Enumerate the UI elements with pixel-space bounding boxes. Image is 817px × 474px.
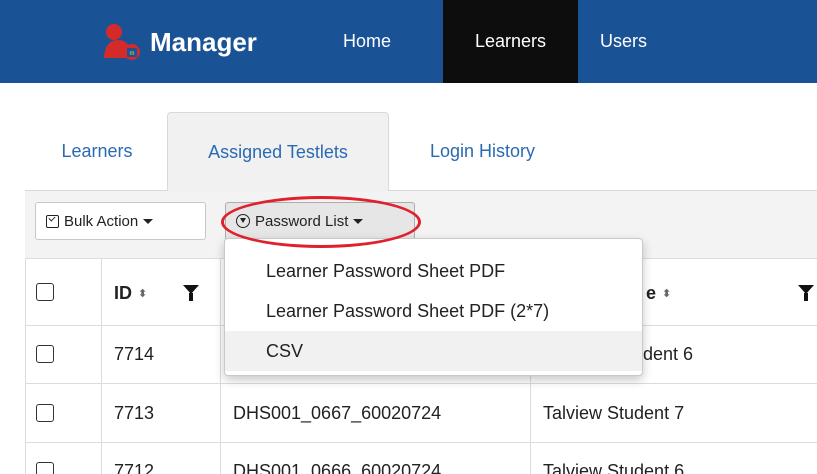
row-checkbox[interactable] (36, 404, 54, 422)
cell-name: Talview Student 6 (543, 460, 685, 474)
app-logo-icon: m (100, 20, 144, 64)
top-navbar: m Manager Home Learners Users (0, 0, 817, 83)
menu-item-label: Learner Password Sheet PDF (266, 260, 506, 281)
cell-username: DHS001_0666_60020724 (233, 460, 442, 474)
filter-icon[interactable] (798, 285, 814, 301)
row-divider (25, 383, 817, 384)
row-checkbox[interactable] (36, 462, 54, 474)
cell-username: DHS001_0667_60020724 (233, 402, 442, 423)
tab-learners[interactable]: Learners (37, 112, 157, 191)
bulk-action-label: Bulk Action (64, 212, 139, 230)
filter-icon[interactable] (183, 285, 199, 301)
cell-id: 7714 (114, 343, 155, 364)
cell-name: dent 6 (643, 343, 694, 364)
row-divider (25, 442, 817, 443)
tab-login-history[interactable]: Login History (405, 112, 560, 191)
select-all-checkbox[interactable] (36, 283, 54, 301)
chevron-down-icon (353, 218, 364, 224)
nav-home[interactable]: Home (343, 0, 403, 83)
cell-id: 7712 (114, 460, 155, 474)
cell-name: Talview Student 7 (543, 402, 685, 423)
password-list-dropdown: Learner Password Sheet PDF Learner Passw… (224, 238, 643, 376)
svg-text:m: m (130, 51, 135, 57)
tab-assigned-testlets-label: Assigned Testlets (208, 141, 348, 162)
tab-login-history-label: Login History (429, 141, 536, 161)
nav-users[interactable]: Users (600, 0, 660, 83)
download-icon (236, 214, 250, 228)
password-list-button[interactable]: Password List (225, 202, 415, 240)
bulk-action-button[interactable]: Bulk Action (35, 202, 206, 240)
nav-learners[interactable]: Learners (443, 0, 578, 83)
nav-learners-label: Learners (474, 31, 547, 51)
header-name-label: e (646, 282, 657, 303)
nav-home-label: Home (343, 31, 392, 51)
cell-id: 7713 (114, 402, 155, 423)
sort-icon[interactable]: ⬍ (138, 287, 147, 300)
chevron-down-icon (143, 218, 154, 224)
tab-learners-label: Learners (61, 141, 133, 161)
menu-item-label: CSV (266, 340, 304, 361)
row-checkbox[interactable] (36, 345, 54, 363)
menu-item-label: Learner Password Sheet PDF (2*7) (266, 300, 550, 321)
nav-users-label: Users (600, 31, 648, 51)
password-list-label: Password List (255, 212, 349, 230)
menu-item-csv[interactable]: CSV (225, 331, 642, 371)
menu-item-password-sheet-pdf-2x7[interactable]: Learner Password Sheet PDF (2*7) (225, 291, 642, 331)
header-id[interactable]: ID ⬍ (114, 278, 147, 308)
menu-item-password-sheet-pdf[interactable]: Learner Password Sheet PDF (225, 251, 642, 291)
checkbox-icon (46, 213, 59, 228)
tab-assigned-testlets[interactable]: Assigned Testlets (167, 112, 389, 191)
sort-icon[interactable]: ⬍ (662, 287, 671, 300)
brand[interactable]: m Manager (100, 22, 257, 62)
header-id-label: ID (114, 282, 132, 303)
brand-title: Manager (150, 26, 257, 57)
header-name[interactable]: e ⬍ (646, 278, 671, 308)
